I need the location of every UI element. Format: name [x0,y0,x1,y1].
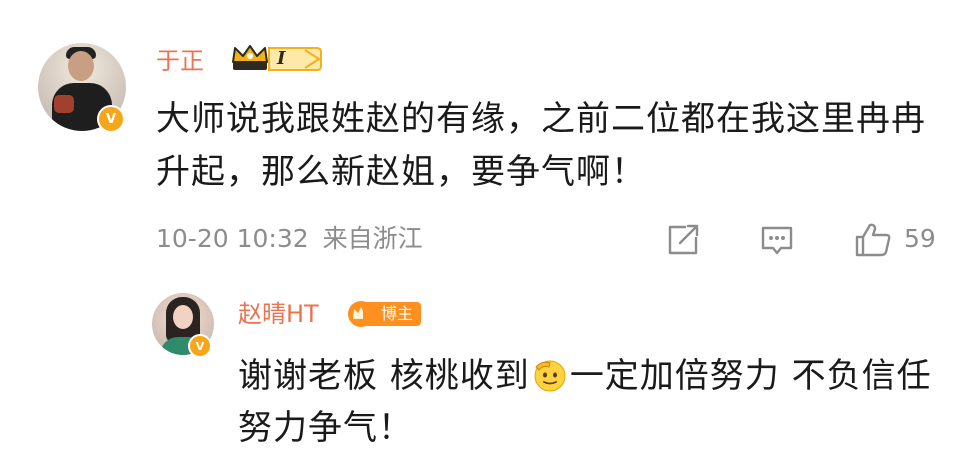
share-icon[interactable] [666,223,700,257]
comment-icon[interactable] [760,223,794,257]
comment-username[interactable]: 于正 [156,47,204,75]
comment-datetime: 10-20 10:32 [156,224,309,253]
blogger-badge-label: 博主 [363,302,422,326]
avatar-face [68,51,94,81]
blogger-badge: 博主 [347,300,422,328]
avatar-bag [54,95,74,113]
like-count: 59 [904,224,936,253]
verified-badge-icon: V [188,334,212,358]
reply-text: 谢谢老板 核桃收到 一定加倍努力 不负信任 努力争气！ [238,350,953,454]
comment-text: 大师说我跟姓赵的有缘，之前二位都在我这里冉冉升起，那么新赵姐，要争气啊！ [156,99,926,192]
verified-badge-icon: V [97,105,125,133]
comment-location: 来自浙江 [322,224,423,253]
avatar-face [173,305,193,329]
reply-text-part1: 谢谢老板 核桃收到 [238,356,530,396]
reply-username[interactable]: 赵晴HT [238,300,319,328]
like-icon[interactable] [854,221,892,259]
salute-face-emoji [534,360,566,392]
crown-level-badge-icon [232,45,322,71]
level-badge-text: I [277,48,286,69]
comment-meta: 10-20 10:32 来自浙江 [156,223,423,255]
